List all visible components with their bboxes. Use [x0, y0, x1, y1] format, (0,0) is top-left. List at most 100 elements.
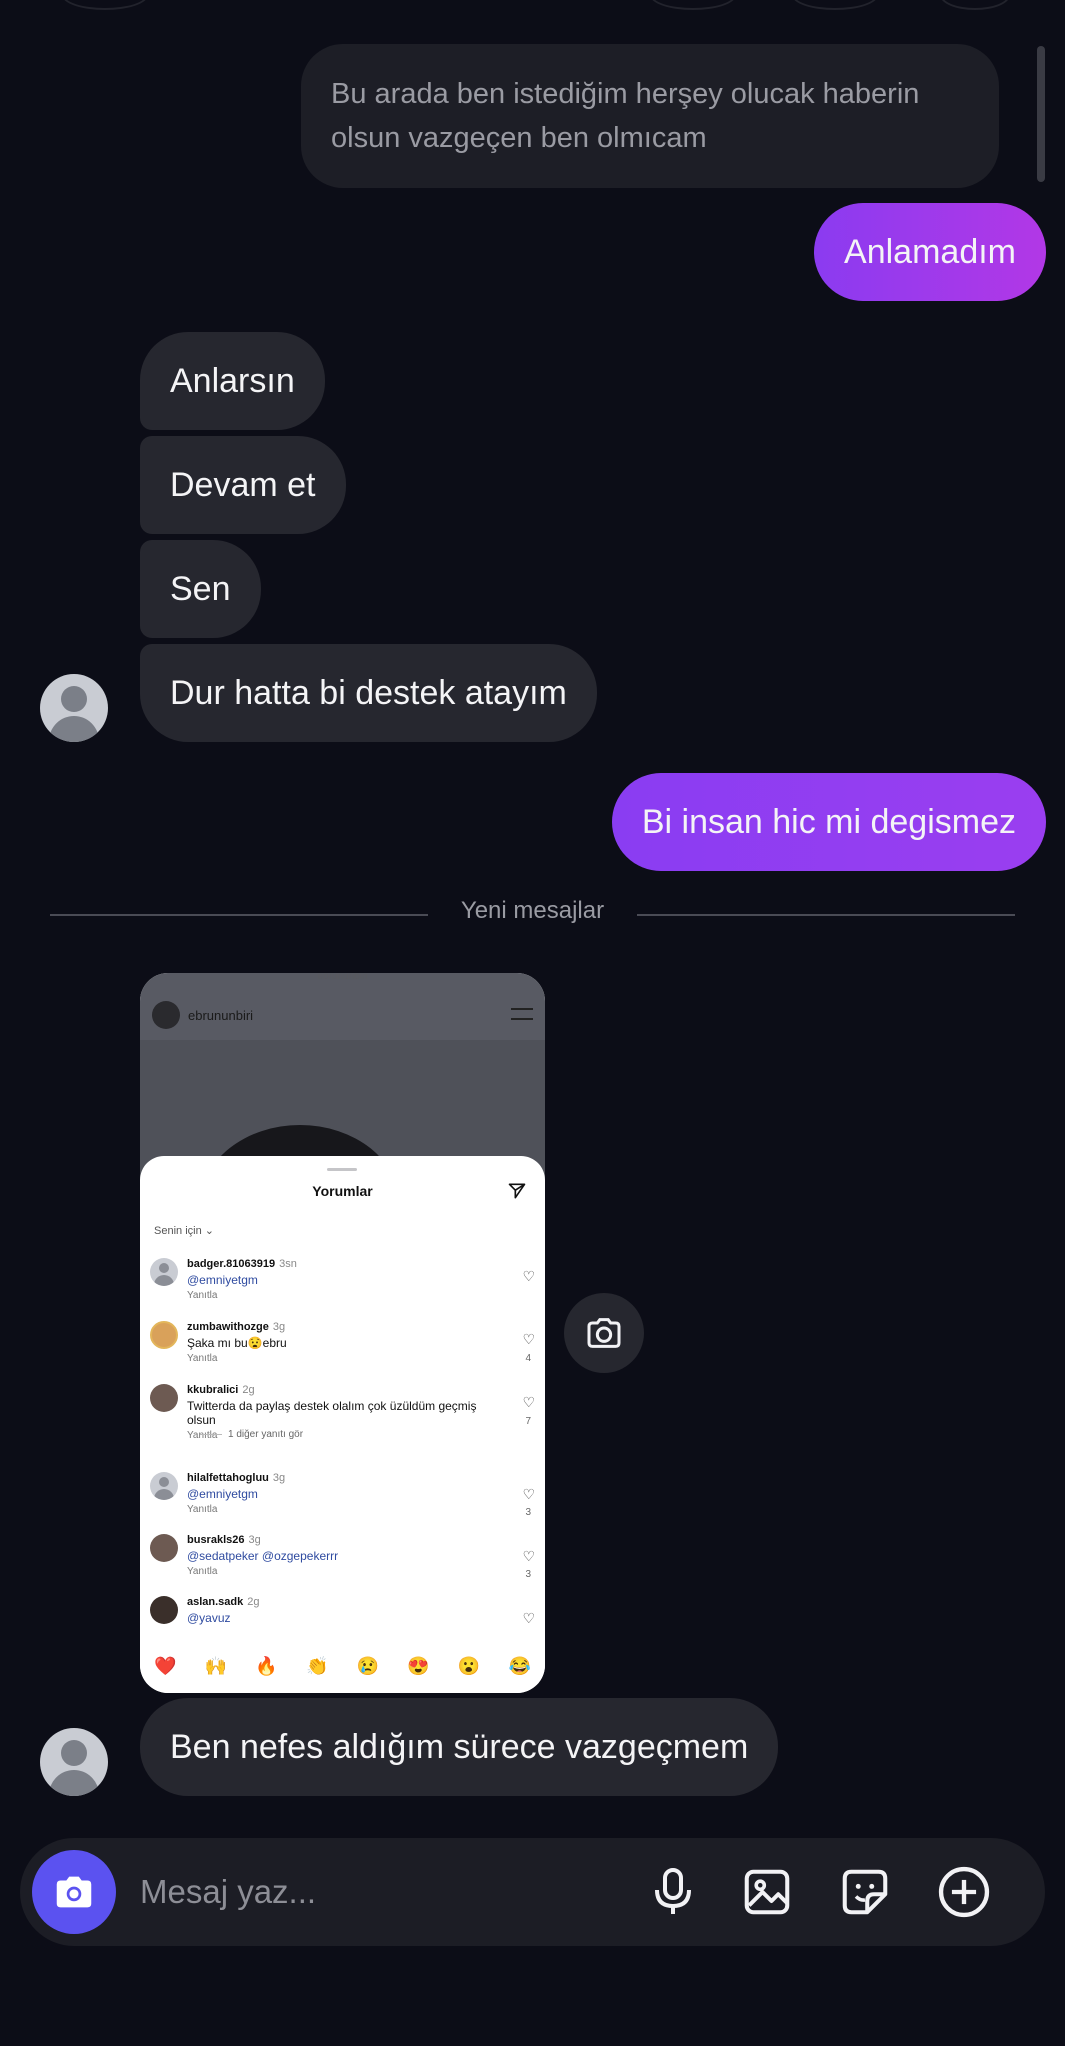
heart-icon: ♡: [522, 1548, 535, 1564]
sender-avatar[interactable]: [40, 1728, 108, 1796]
like-count: 3: [525, 1569, 531, 1580]
comment-text: Şaka mı bu😧ebru: [187, 1336, 287, 1350]
emoji: 🙌: [204, 1656, 228, 1676]
camera-icon: [587, 1318, 621, 1348]
message-text: Ben nefes aldığım sürece vazgeçmem: [170, 1728, 749, 1766]
emoji: 🔥: [255, 1656, 278, 1676]
comment-text: Twitterda da paylaş destek olalım çok üz…: [187, 1399, 477, 1427]
comment-avatar: [150, 1472, 178, 1500]
emoji: 😮: [457, 1656, 481, 1676]
message-text: Bu arada ben istediğim herşey olucak hab…: [331, 78, 920, 154]
emoji-reaction-row: ❤️ 🙌 🔥 👏 😢 😍 😮 😂: [140, 1656, 545, 1677]
comment-item: badger.81063919 3sn @emniyetgm Yanıtla ♡: [150, 1258, 535, 1308]
plus-circle-icon: [938, 1866, 990, 1918]
sheet-grabber: [327, 1168, 357, 1171]
comment-avatar: [150, 1321, 178, 1349]
microphone-icon: [655, 1868, 691, 1914]
scrollbar[interactable]: [1037, 46, 1045, 182]
sheet-title: Yorumlar: [312, 1183, 373, 1199]
message-sent[interactable]: Bu arada ben istediğim herşey olucak hab…: [301, 44, 999, 188]
heart-icon: ♡: [522, 1610, 535, 1626]
message-sent[interactable]: Anlamadım: [814, 203, 1046, 301]
camera-reply-button[interactable]: [564, 1293, 644, 1373]
screenshot-user-avatar: [152, 1001, 180, 1029]
header-icon-ghost: [650, 0, 736, 10]
comment-reply: Yanıtla: [187, 1353, 218, 1364]
sticker-button[interactable]: [836, 1863, 894, 1921]
shared-screenshot[interactable]: ebrununbiri ebrununbiri Yorumlar Senin i…: [140, 973, 545, 1693]
comment-time: 3g: [272, 1321, 286, 1333]
comment-time: 2g: [242, 1384, 255, 1396]
comment-avatar: [150, 1384, 178, 1412]
comments-sheet: Yorumlar Senin için ⌄ badger.81063919 3sn…: [140, 1156, 545, 1693]
heart-icon: ♡: [522, 1486, 535, 1502]
comment-user: badger.81063919: [187, 1258, 276, 1270]
camera-icon: [56, 1876, 92, 1908]
comment-text: @sedatpeker @ozgepekerrr: [187, 1549, 339, 1563]
like-count: 3: [525, 1507, 531, 1518]
comment-user: aslan.sadk: [187, 1596, 244, 1608]
menu-icon: [511, 1008, 533, 1020]
message-text: Sen: [170, 570, 231, 608]
emoji: ❤️: [154, 1656, 177, 1676]
comment-avatar: [150, 1596, 178, 1624]
comment-reply: Yanıtla: [187, 1566, 218, 1577]
emoji: 👏: [305, 1656, 329, 1676]
comment-time: 2g: [247, 1596, 260, 1608]
comment-item: busrakls26 3g @sedatpeker @ozgepekerrr Ya…: [150, 1534, 535, 1584]
comment-user: busrakls26: [187, 1534, 245, 1546]
gallery-button[interactable]: [738, 1863, 796, 1921]
header-avatar-ghost: [62, 0, 148, 10]
comment-user: zumbawithozge: [187, 1321, 269, 1333]
more-replies-link: 1 diğer yanıtı gör: [200, 1429, 303, 1440]
sticker-icon: [842, 1869, 888, 1915]
sender-avatar[interactable]: [40, 674, 108, 742]
message-text: Devam et: [170, 466, 316, 504]
comment-item: hilalfettahogluu 3g @emniyetgm Yanıtla ♡ …: [150, 1472, 535, 1522]
screenshot-caption: ebrununbiri: [317, 973, 368, 982]
microphone-button[interactable]: [644, 1863, 702, 1921]
emoji: 😢: [356, 1656, 380, 1676]
comment-text: @emniyetgm: [187, 1273, 258, 1287]
message-received[interactable]: Anlarsın: [140, 332, 325, 430]
comment-user: kkubralici: [187, 1384, 239, 1396]
comment-reply: Yanıtla: [187, 1290, 218, 1301]
message-received[interactable]: Devam et: [140, 436, 346, 534]
comment-time: 3sn: [279, 1258, 297, 1270]
message-sent[interactable]: Bi insan hic mi degismez: [611, 773, 1046, 871]
header-icon-ghost: [940, 0, 1010, 10]
more-button[interactable]: [935, 1863, 993, 1921]
message-received[interactable]: Sen: [140, 540, 261, 638]
comment-reply: Yanıtla: [187, 1504, 218, 1515]
message-received[interactable]: Dur hatta bi destek atayım: [140, 644, 597, 742]
message-text: Dur hatta bi destek atayım: [170, 674, 567, 712]
message-input[interactable]: [140, 1866, 640, 1918]
like-count: 7: [525, 1416, 531, 1427]
heart-icon: ♡: [522, 1268, 535, 1284]
comment-text: @yavuz: [187, 1611, 231, 1625]
comment-time: 3g: [272, 1472, 286, 1484]
heart-icon: ♡: [522, 1331, 535, 1347]
emoji: 😂: [508, 1656, 531, 1676]
message-text: Bi insan hic mi degismez: [641, 803, 1016, 841]
emoji: 😍: [407, 1656, 430, 1676]
comments-filter: Senin için ⌄: [154, 1225, 214, 1237]
comment-user: hilalfettahogluu: [187, 1472, 269, 1484]
screenshot-user: ebrununbiri: [152, 1001, 253, 1029]
comment-avatar: [150, 1258, 178, 1286]
send-icon: [507, 1181, 527, 1206]
comment-item: zumbawithozge 3g Şaka mı bu😧ebru Yanıtla …: [150, 1321, 535, 1376]
new-messages-label: Yeni mesajlar: [460, 897, 605, 924]
header-icon-ghost: [792, 0, 878, 10]
message-text: Anlarsın: [170, 362, 295, 400]
comment-item: aslan.sadk 2g @yavuz ♡: [150, 1596, 535, 1636]
like-count: 4: [525, 1353, 531, 1364]
comment-avatar: [150, 1534, 178, 1562]
screenshot-username: ebrununbiri: [188, 1007, 254, 1023]
camera-button[interactable]: [32, 1850, 116, 1934]
message-text: Anlamadım: [844, 233, 1016, 271]
image-icon: [744, 1869, 790, 1915]
comment-time: 3g: [248, 1534, 261, 1546]
message-received[interactable]: Ben nefes aldığım sürece vazgeçmem: [140, 1698, 779, 1796]
message-composer: [20, 1838, 1045, 1946]
